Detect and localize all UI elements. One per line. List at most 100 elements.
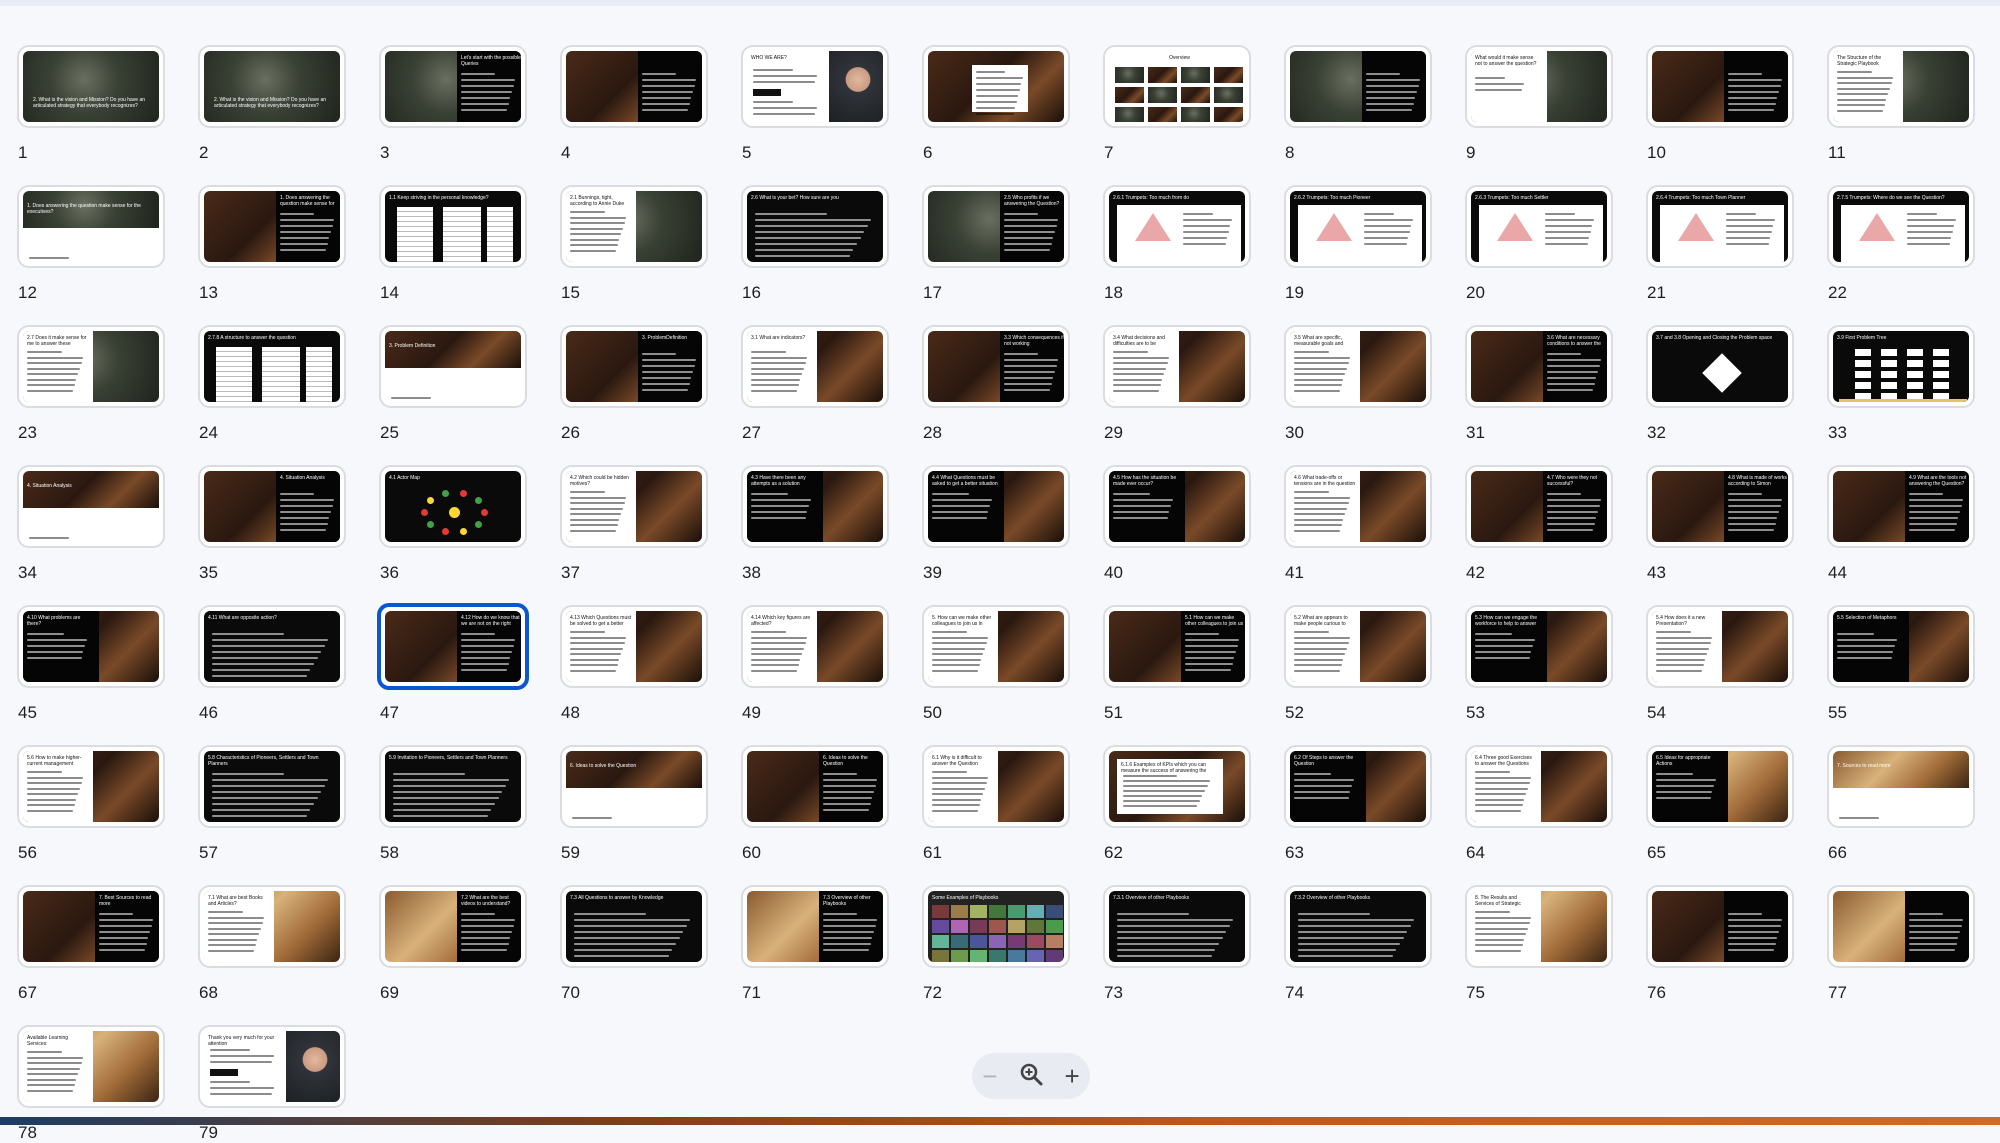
- slide-number: 63: [1285, 843, 1304, 862]
- slide-thumbnail[interactable]: 3.7 and 3.8 Opening and Closing the Prob…: [1646, 325, 1794, 408]
- slide-thumbnail[interactable]: 4.1 Actor Map: [379, 465, 527, 548]
- slide-preview: WHO WE ARE?: [747, 51, 883, 122]
- slide-preview: 3.5 What are specific, measurable goals …: [1290, 331, 1426, 402]
- slide-number: 30: [1285, 423, 1304, 442]
- slide-thumbnail[interactable]: 2.6.4 Trumpets: Too much Town Planner: [1646, 185, 1794, 268]
- slide-thumbnail[interactable]: 3.3 Which consequences if not working: [922, 325, 1070, 408]
- slide-thumbnail[interactable]: 2.7.8 A structure to answer the question: [198, 325, 346, 408]
- slide-thumbnail[interactable]: 2.7.5 Trumpets: Where do we see the Ques…: [1827, 185, 1975, 268]
- slide-thumbnail[interactable]: [922, 45, 1070, 128]
- slide-thumbnail[interactable]: [1646, 885, 1794, 968]
- slide-preview: The Structure of the Strategic Playbook: [1833, 51, 1969, 122]
- slide-number: 44: [1828, 563, 1847, 582]
- slide-thumbnail[interactable]: 6.2 Of Steps to answer the Question: [1284, 745, 1432, 828]
- slide-thumbnail[interactable]: 1. Does answering the question make sens…: [198, 185, 346, 268]
- slide-thumbnail[interactable]: [560, 45, 708, 128]
- slide-thumbnail[interactable]: Overview: [1103, 45, 1251, 128]
- slide-thumbnail[interactable]: 4.11 What are opposite action?: [198, 605, 346, 688]
- slide-thumbnail[interactable]: 7.1 What are best Books and Articles?: [198, 885, 346, 968]
- slide-thumbnail[interactable]: 6.1 Why is it difficult to answer the Qu…: [922, 745, 1070, 828]
- slide-thumbnail[interactable]: 3.4 What decisions and difficulties are …: [1103, 325, 1251, 408]
- slide-thumbnail[interactable]: 5.9 Invitation to Pioneers, Settlers and…: [379, 745, 527, 828]
- slide-thumbnail[interactable]: 4.5 How has the situation be made ever o…: [1103, 465, 1251, 548]
- slide-number: 53: [1466, 703, 1485, 722]
- slide-thumbnail[interactable]: 7.3.2 Overview of other Playbooks: [1284, 885, 1432, 968]
- slide-thumbnail[interactable]: 2.6.3 Trumpets: Too much Settler: [1465, 185, 1613, 268]
- zoom-out-button[interactable]: −: [982, 1063, 997, 1089]
- slide-thumbnail[interactable]: 6.1.6 Examples of KPIs which you can mea…: [1103, 745, 1251, 828]
- slide-thumbnail[interactable]: 4.2 Which could be hidden motives?: [560, 465, 708, 548]
- slide-thumbnail[interactable]: 7. Best Sources to read more: [17, 885, 165, 968]
- slide-thumbnail[interactable]: 2.6 What is your bet? How sure are you: [741, 185, 889, 268]
- slide-thumbnail[interactable]: 4.9 What are the tools not answering the…: [1827, 465, 1975, 548]
- slide-thumbnail[interactable]: 3. ProblemDefinition: [560, 325, 708, 408]
- slide-thumbnail[interactable]: 6.4 Three good Exercises to answer the Q…: [1465, 745, 1613, 828]
- slide-thumbnail[interactable]: Thank you very much for your attention: [198, 1025, 346, 1108]
- slide-title: 2.6 What is your bet? How sure are you: [751, 195, 839, 201]
- slide-thumbnail[interactable]: 5.8 Characteristics of Pioneers, Settler…: [198, 745, 346, 828]
- slide-thumbnail[interactable]: 7.2 What are the best videos to understa…: [379, 885, 527, 968]
- slide-thumbnail[interactable]: 2. What is the vision and Mission? Do yo…: [198, 45, 346, 128]
- zoom-in-button[interactable]: +: [1065, 1063, 1080, 1089]
- slide-thumbnail[interactable]: 4.6 What trade-offs or tensions are in t…: [1284, 465, 1432, 548]
- slide-thumbnail[interactable]: 5.5 Selection of Metaphors: [1827, 605, 1975, 688]
- slide-thumbnail[interactable]: 6.5 Ideas for appropriate Actions: [1646, 745, 1794, 828]
- slide-number: 62: [1104, 843, 1123, 862]
- slide-thumbnail[interactable]: 5. How can we make other colleagues to j…: [922, 605, 1070, 688]
- slide-thumbnail[interactable]: 3.6 What are necessary conditions to ans…: [1465, 325, 1613, 408]
- slide-preview: 2.6 What is your bet? How sure are you: [747, 191, 883, 262]
- slide-number: 54: [1647, 703, 1666, 722]
- slide-thumbnail[interactable]: 8. The Results and Services of Strategic…: [1465, 885, 1613, 968]
- slide-thumbnail[interactable]: 5.1 How can we make other colleagues to …: [1103, 605, 1251, 688]
- slide-thumbnail[interactable]: 4.12 How do we know that we are not on t…: [377, 603, 529, 690]
- slide-thumbnail[interactable]: 4.14 Which key figures are affected?: [741, 605, 889, 688]
- slide-number: 77: [1828, 983, 1847, 1002]
- slide-thumbnail[interactable]: Some Examples of Playbooks: [922, 885, 1070, 968]
- slide-thumbnail[interactable]: 4. Situation Analysis: [17, 465, 165, 548]
- slide-thumbnail[interactable]: 1. Does answering the question make sens…: [17, 185, 165, 268]
- slide-preview: 7.3 All Questions to answer by Knowledge: [566, 891, 702, 962]
- slide-thumbnail[interactable]: 2.6.1 Trumpets: Too much from do: [1103, 185, 1251, 268]
- slide-thumbnail[interactable]: 4.10 What problems are there?: [17, 605, 165, 688]
- slide-thumbnail[interactable]: 4.4 What Questions must be asked to get …: [922, 465, 1070, 548]
- slide-thumbnail[interactable]: 5.4 How does it a new Presentation?: [1646, 605, 1794, 688]
- slide-thumbnail[interactable]: 5.3 How can we engage the workforce to h…: [1465, 605, 1613, 688]
- slide-thumbnail[interactable]: 4.3 Have there been any attempts as a so…: [741, 465, 889, 548]
- slide-thumbnail[interactable]: Let's start with the possible Queries: [379, 45, 527, 128]
- slide-thumbnail[interactable]: 4.8 What is made of works according to S…: [1646, 465, 1794, 548]
- slide-thumbnail[interactable]: 3.1 What are indicators?: [741, 325, 889, 408]
- slide-preview: 1. Does answering the question make sens…: [204, 191, 340, 262]
- slide-preview: 4. Situation Analysis: [23, 471, 159, 542]
- slide-thumbnail[interactable]: 7.3 All Questions to answer by Knowledge: [560, 885, 708, 968]
- slide-thumbnail[interactable]: 5.6 How to make higher-current managemen…: [17, 745, 165, 828]
- slide-thumbnail[interactable]: 7.3.1 Overview of other Playbooks: [1103, 885, 1251, 968]
- slide-thumbnail[interactable]: 3.5 What are specific, measurable goals …: [1284, 325, 1432, 408]
- slide-thumbnail[interactable]: 2. What is the vision and Mission? Do yo…: [17, 45, 165, 128]
- slide-thumbnail[interactable]: 1.1 Keep striving in the personal knowle…: [379, 185, 527, 268]
- slide-thumbnail[interactable]: 7. Sources to read more: [1827, 745, 1975, 828]
- slide-thumbnail[interactable]: 7.3 Overview of other Playbooks: [741, 885, 889, 968]
- slide-thumbnail[interactable]: 2.6.2 Trumpets: Too much Pioneer: [1284, 185, 1432, 268]
- slide-thumbnail[interactable]: What would it make sense not to answer t…: [1465, 45, 1613, 128]
- slide-thumbnail[interactable]: 2.1 Bunnings, tight, according to Annie …: [560, 185, 708, 268]
- zoom-magnifier-icon[interactable]: [1018, 1061, 1044, 1091]
- slide-thumbnail[interactable]: 4.7 Who were they not successful?: [1465, 465, 1613, 548]
- slide-number: 74: [1285, 983, 1304, 1002]
- slide-thumbnail[interactable]: [1284, 45, 1432, 128]
- slide-thumbnail[interactable]: 2.7 Does it make sense for me to answer …: [17, 325, 165, 408]
- slide-thumbnail[interactable]: 6. Ideas to solve the Question: [741, 745, 889, 828]
- slide-thumbnail[interactable]: [1827, 885, 1975, 968]
- slide-thumbnail[interactable]: [1646, 45, 1794, 128]
- slide-thumbnail[interactable]: Available Learning Services:: [17, 1025, 165, 1108]
- slide-thumbnail[interactable]: 4. Situation Analysis: [198, 465, 346, 548]
- slide-thumbnail[interactable]: 5.2 What are appears to make people curi…: [1284, 605, 1432, 688]
- slide-thumbnail[interactable]: 3. Problem Definition: [379, 325, 527, 408]
- slide-thumbnail[interactable]: WHO WE ARE?: [741, 45, 889, 128]
- slide-thumbnail[interactable]: 4.13 Which Questions must be solved to g…: [560, 605, 708, 688]
- slide-thumbnail[interactable]: 3.9 First Problem Tree: [1827, 325, 1975, 408]
- slide-thumbnail[interactable]: 2.5 Who profits if we answering the Ques…: [922, 185, 1070, 268]
- slide-thumbnail[interactable]: 6. Ideas to solve the Question: [560, 745, 708, 828]
- slide-number: 68: [199, 983, 218, 1002]
- slide-thumbnail[interactable]: The Structure of the Strategic Playbook: [1827, 45, 1975, 128]
- slide-title: 2.1 Bunnings, tight, according to Annie …: [570, 195, 625, 207]
